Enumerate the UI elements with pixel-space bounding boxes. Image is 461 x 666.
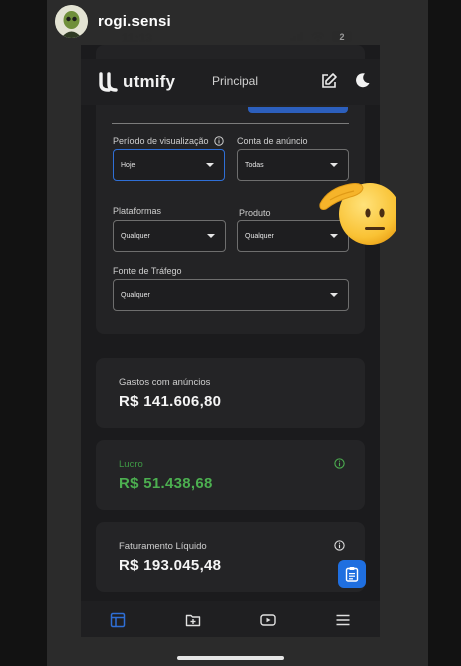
metric-label: Faturamento Líquido: [119, 541, 207, 552]
metric-value: R$ 193.045,48: [119, 557, 222, 574]
chevron-down-icon: [330, 293, 338, 297]
menu-icon[interactable]: [335, 612, 351, 628]
nav-principal-link[interactable]: Principal: [212, 74, 258, 88]
app-header: utmify Principal: [81, 59, 380, 105]
avatar[interactable]: [55, 5, 88, 38]
filter-divider: [112, 123, 349, 124]
folder-plus-icon[interactable]: [185, 612, 201, 628]
wifi-icon: [311, 31, 325, 42]
clipboard-icon: [345, 567, 359, 582]
clipboard-fab-button[interactable]: [338, 560, 366, 588]
info-icon[interactable]: [214, 136, 224, 146]
produto-label: Produto: [239, 208, 271, 218]
edit-icon[interactable]: [320, 72, 338, 90]
avatar-illustration-icon: [55, 5, 88, 38]
fonte-value: Qualquer: [121, 291, 150, 299]
story-viewer: rogi.sensi 11:13 2 Período de visualizaç…: [0, 0, 461, 666]
logo-text: utmify: [123, 72, 176, 91]
bottom-nav: [81, 601, 380, 637]
metric-label: Lucro: [119, 459, 143, 470]
fonte-select[interactable]: Qualquer: [113, 279, 349, 311]
signal-icon: [290, 32, 303, 41]
status-icons: 2: [290, 31, 352, 42]
chevron-down-icon: [206, 163, 214, 167]
periodo-select[interactable]: Hoje: [113, 149, 225, 181]
video-icon[interactable]: [260, 612, 276, 628]
periodo-label: Período de visualização: [113, 136, 209, 146]
story-header[interactable]: rogi.sensi: [55, 5, 171, 38]
metric-lucro-card: Lucro R$ 51.438,68: [96, 440, 365, 510]
dashboard-icon[interactable]: [110, 612, 126, 628]
story-username[interactable]: rogi.sensi: [98, 13, 171, 30]
fonte-label: Fonte de Tráfego: [113, 266, 182, 276]
story-side-left: [0, 0, 47, 666]
conta-value: Todas: [245, 161, 264, 169]
utmify-logo-icon: [99, 72, 118, 92]
apply-button-partial[interactable]: [248, 107, 348, 113]
metric-label: Gastos com anúncios: [119, 377, 211, 388]
battery-icon: 2: [332, 31, 352, 42]
metric-gastos-card: Gastos com anúncios R$ 141.606,80: [96, 358, 365, 428]
produto-value: Qualquer: [245, 232, 274, 240]
home-indicator: [177, 656, 284, 660]
plataformas-value: Qualquer: [121, 232, 150, 240]
story-side-right: [428, 0, 461, 666]
chevron-down-icon: [330, 163, 338, 167]
saluting-face-emoji-icon: [319, 183, 396, 245]
info-icon[interactable]: [334, 540, 345, 551]
metric-faturamento-card: Faturamento Líquido R$ 193.045,48: [96, 522, 365, 592]
metric-value: R$ 51.438,68: [119, 475, 213, 492]
conta-label: Conta de anúncio: [237, 136, 308, 146]
info-icon[interactable]: [334, 458, 345, 469]
moon-icon[interactable]: [355, 72, 371, 88]
metric-value: R$ 141.606,80: [119, 393, 222, 410]
plataformas-select[interactable]: Qualquer: [113, 220, 226, 252]
chevron-down-icon: [207, 234, 215, 238]
utmify-logo[interactable]: utmify: [99, 72, 175, 92]
periodo-value: Hoje: [121, 161, 136, 169]
app-screen: Período de visualização Hoje Conta de an…: [81, 45, 380, 601]
plataformas-label: Plataformas: [113, 206, 162, 216]
